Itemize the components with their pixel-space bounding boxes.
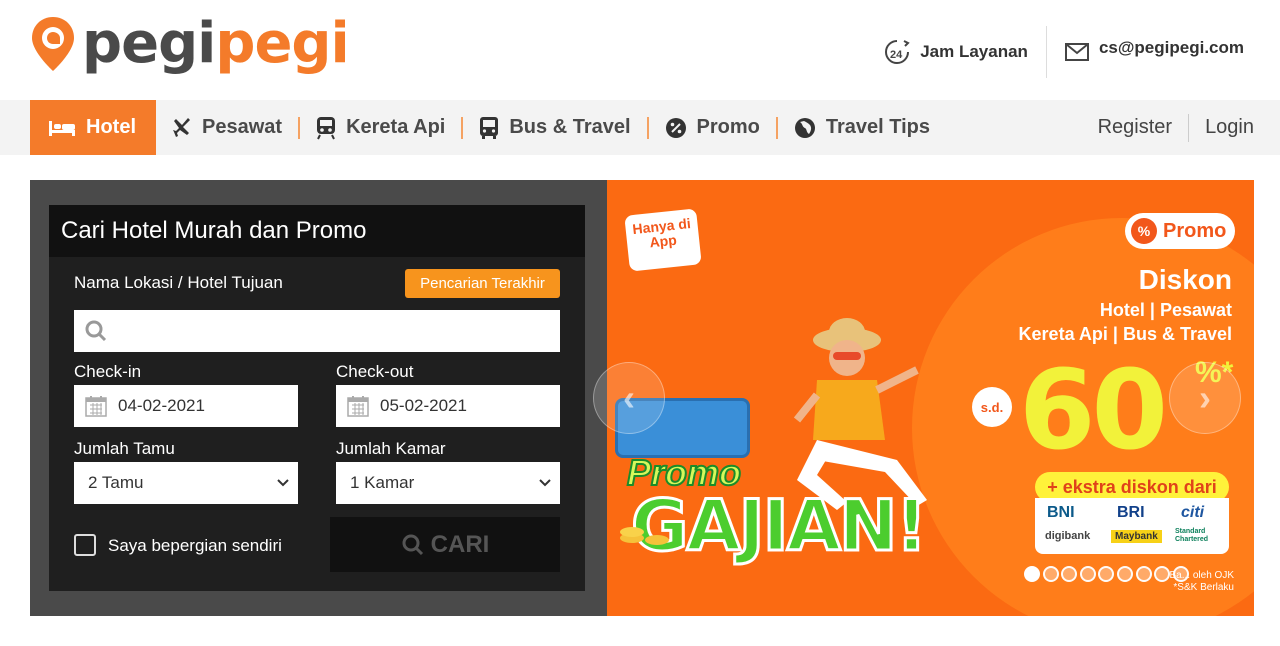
carousel-prev-button[interactable]: ‹ [593, 362, 665, 434]
clock-24-icon: 24 [885, 40, 910, 64]
nav-kereta-api[interactable]: Kereta Api [300, 100, 461, 155]
calendar-icon [85, 396, 107, 417]
svg-text:24: 24 [890, 49, 903, 61]
location-label: Nama Lokasi / Hotel Tujuan [74, 273, 283, 292]
nav-pesawat-label: Pesawat [202, 116, 283, 138]
register-link[interactable]: Register [1082, 100, 1188, 155]
recent-search-button[interactable]: Pencarian Terakhir [405, 269, 560, 298]
bed-icon [48, 119, 76, 137]
account-nav: Register Login [1082, 100, 1280, 155]
nav-pesawat[interactable]: Pesawat [156, 100, 298, 155]
email-text: cs@pegipegi.com [1098, 38, 1244, 57]
checkin-value: 04-02-2021 [118, 396, 205, 415]
search-submit-label: CARI [430, 530, 490, 558]
guests-label: Jumlah Tamu [74, 439, 175, 458]
bus-icon [479, 116, 499, 140]
nav-list: Hotel Pesawat Kereta Api Bus & Travel Pr… [30, 100, 946, 155]
checkout-label: Check-out [336, 362, 414, 381]
percent-badge-icon [665, 117, 687, 139]
bank-logos: BNI BRI citi digibank Maybank Standard C… [1035, 498, 1229, 554]
chevron-down-icon [539, 479, 551, 487]
nav-promo-label: Promo [696, 116, 760, 138]
percent-icon: % [1131, 218, 1157, 244]
header: pegipegi 24 Jam Layanan cs@pegipegi.com [0, 0, 1280, 100]
footnote-line2: *S&K Berlaku [1173, 582, 1234, 593]
carousel-dot[interactable] [1135, 566, 1152, 582]
chevron-right-icon: › [1199, 377, 1211, 418]
service-hours[interactable]: 24 Jam Layanan [866, 26, 1046, 78]
location-input[interactable] [74, 310, 560, 352]
carousel-next-button[interactable]: › [1169, 362, 1241, 434]
location-pin-logo-icon [30, 15, 76, 73]
search-submit-button[interactable]: CARI [330, 517, 560, 572]
chevron-down-icon [277, 479, 289, 487]
diskon-title: Diskon [1138, 264, 1232, 295]
plane-icon [172, 117, 192, 138]
carousel-dot[interactable] [1098, 566, 1115, 582]
bank-standard-chartered-logo: Standard Chartered [1175, 528, 1209, 543]
bank-digibank-logo: digibank [1045, 530, 1091, 542]
checkout-value: 05-02-2021 [380, 396, 467, 415]
promo-badge: % Promo [1125, 213, 1235, 249]
carousel-dot[interactable] [1042, 566, 1059, 582]
train-icon [316, 116, 336, 140]
guests-select[interactable]: 2 Tamu [74, 462, 298, 504]
carousel-dots [1024, 566, 1191, 582]
carousel-dot[interactable] [1154, 566, 1171, 582]
carousel-dot[interactable] [1061, 566, 1078, 582]
nav-travel-tips[interactable]: Travel Tips [778, 100, 946, 155]
bank-bri-logo: BRI [1117, 504, 1145, 521]
contact-info: 24 Jam Layanan cs@pegipegi.com [866, 26, 1280, 78]
calendar-icon [347, 396, 369, 417]
diskon-services: Hotel | Pesawat Kereta Api | Bus & Trave… [1019, 298, 1232, 346]
chevron-left-icon: ‹ [623, 377, 635, 418]
brand-wordmark: pegipegi [82, 11, 350, 76]
rooms-value: 1 Kamar [350, 473, 415, 492]
rooms-label: Jumlah Kamar [336, 439, 446, 458]
discount-percent: 60 [1019, 346, 1168, 474]
main-nav: Hotel Pesawat Kereta Api Bus & Travel Pr… [0, 100, 1280, 155]
mail-icon [1064, 43, 1089, 61]
checkin-label: Check-in [74, 362, 142, 381]
brand-part1: pegi [82, 11, 216, 76]
solo-travel-label[interactable]: Saya bepergian sendiri [108, 536, 282, 556]
bank-maybank-logo: Maybank [1111, 530, 1162, 543]
rooms-select[interactable]: 1 Kamar [336, 462, 560, 504]
nav-hotel[interactable]: Hotel [30, 100, 156, 155]
nav-travel-tips-label: Travel Tips [825, 116, 931, 138]
services-line2: Kereta Api | Bus & Travel [1018, 324, 1232, 344]
login-link[interactable]: Login [1189, 100, 1280, 155]
checkout-date-field[interactable]: 05-02-2021 [336, 385, 560, 427]
carousel-dot[interactable] [1116, 566, 1133, 582]
nav-bus-travel[interactable]: Bus & Travel [463, 100, 646, 155]
globe-icon [794, 117, 816, 139]
services-line1: Hotel | Pesawat [1099, 300, 1232, 320]
carousel-dot[interactable] [1172, 566, 1189, 582]
sd-badge: s.d. [972, 387, 1012, 427]
service-hours-label: Jam Layanan [920, 42, 1028, 61]
nav-hotel-label: Hotel [86, 116, 136, 138]
promo-banner[interactable]: Hanya di App % Promo Diskon Hotel | Pesa… [607, 180, 1254, 616]
promo-badge-label: Promo [1163, 219, 1227, 242]
search-icon [402, 534, 423, 555]
pegipegi-logo[interactable]: pegipegi [30, 11, 350, 76]
hero-section: Cari Hotel Murah dan Promo Nama Lokasi /… [30, 180, 1254, 616]
guests-value: 2 Tamu [88, 473, 144, 492]
coins-illustration [617, 510, 677, 546]
carousel-dot[interactable] [1024, 566, 1040, 582]
checkin-date-field[interactable]: 04-02-2021 [74, 385, 298, 427]
solo-travel-checkbox[interactable] [74, 534, 96, 556]
nav-bus-travel-label: Bus & Travel [509, 116, 631, 138]
app-only-badge: Hanya di App [624, 208, 702, 272]
bank-citi-logo: citi [1181, 504, 1205, 521]
nav-kereta-api-label: Kereta Api [346, 116, 446, 138]
brand-part2: pegi [215, 11, 349, 76]
hotel-search-form: Cari Hotel Murah dan Promo Nama Lokasi /… [49, 205, 585, 591]
bank-bni-logo: BNI [1047, 504, 1075, 521]
carousel-dot[interactable] [1079, 566, 1096, 582]
search-icon [85, 320, 107, 342]
contact-email[interactable]: cs@pegipegi.com [1045, 26, 1280, 78]
search-title: Cari Hotel Murah dan Promo [49, 205, 585, 257]
nav-promo[interactable]: Promo [649, 100, 776, 155]
